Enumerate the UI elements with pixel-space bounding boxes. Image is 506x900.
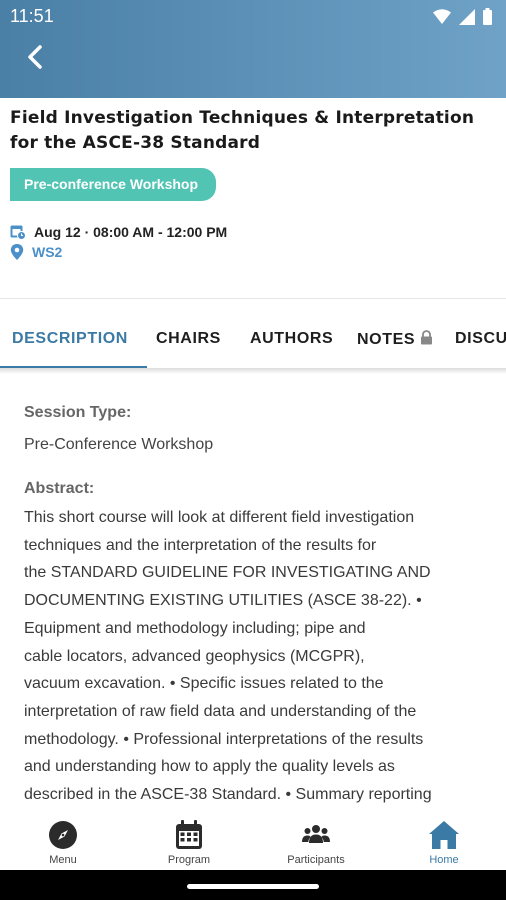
nav-participants-label: Participants [287, 854, 345, 866]
abstract-text: This short course will look at different… [24, 509, 432, 804]
system-navigation-bar [0, 870, 506, 900]
nav-menu[interactable]: Menu [13, 820, 113, 866]
nav-menu-label: Menu [49, 854, 77, 866]
status-icons [433, 8, 492, 25]
app-header: 11:51 [0, 0, 506, 98]
tab-authors[interactable]: AUTHORS [250, 330, 333, 348]
nav-program-label: Program [167, 854, 211, 866]
abstract-label: Abstract: [24, 480, 95, 497]
tab-description[interactable]: DESCRIPTION [12, 330, 128, 348]
lock-icon [421, 330, 433, 345]
nav-home-label: Home [429, 854, 459, 866]
back-button[interactable] [20, 40, 50, 74]
wifi-icon [433, 8, 451, 24]
nav-home[interactable]: Home [394, 820, 494, 866]
session-datetime-row: Aug 12 · 08:00 AM - 12:00 PM [10, 224, 227, 240]
home-gesture-handle[interactable] [187, 884, 319, 889]
bottom-navigation: Menu Program Participants Home [0, 812, 506, 870]
session-type-value: Pre-Conference Workshop [24, 436, 214, 453]
nav-program[interactable]: Program [139, 820, 239, 866]
session-type-label: Session Type: [24, 404, 132, 421]
compass-icon [49, 821, 77, 849]
session-title: Field Investigation Techniques & Interpr… [10, 108, 475, 153]
chevron-left-icon [28, 45, 42, 69]
calendar-clock-icon [10, 225, 26, 240]
session-location-row[interactable]: WS2 [10, 244, 62, 260]
calendar-icon [176, 820, 202, 849]
tab-bar-shadow [0, 368, 506, 374]
tab-bar: DESCRIPTION CHAIRS AUTHORS NOTES DISCU [0, 312, 506, 368]
description-panel[interactable]: Session Type: Pre-Conference Workshop Ab… [24, 404, 494, 814]
session-type-badge: Pre-conference Workshop [10, 168, 216, 201]
location-pin-icon [10, 244, 24, 260]
nav-participants[interactable]: Participants [266, 820, 366, 866]
users-icon [302, 825, 330, 843]
signal-icon [459, 8, 475, 25]
battery-icon [483, 8, 492, 25]
tab-discussion[interactable]: DISCU [455, 330, 506, 348]
tab-chairs[interactable]: CHAIRS [156, 330, 221, 348]
section-divider [0, 298, 506, 299]
tab-notes-label: NOTES [357, 331, 416, 348]
status-bar: 11:51 [0, 0, 506, 32]
home-icon [429, 821, 459, 849]
tab-notes[interactable]: NOTES [357, 330, 433, 349]
session-location[interactable]: WS2 [32, 244, 62, 260]
status-time: 11:51 [10, 6, 54, 26]
session-datetime: Aug 12 · 08:00 AM - 12:00 PM [34, 224, 228, 240]
